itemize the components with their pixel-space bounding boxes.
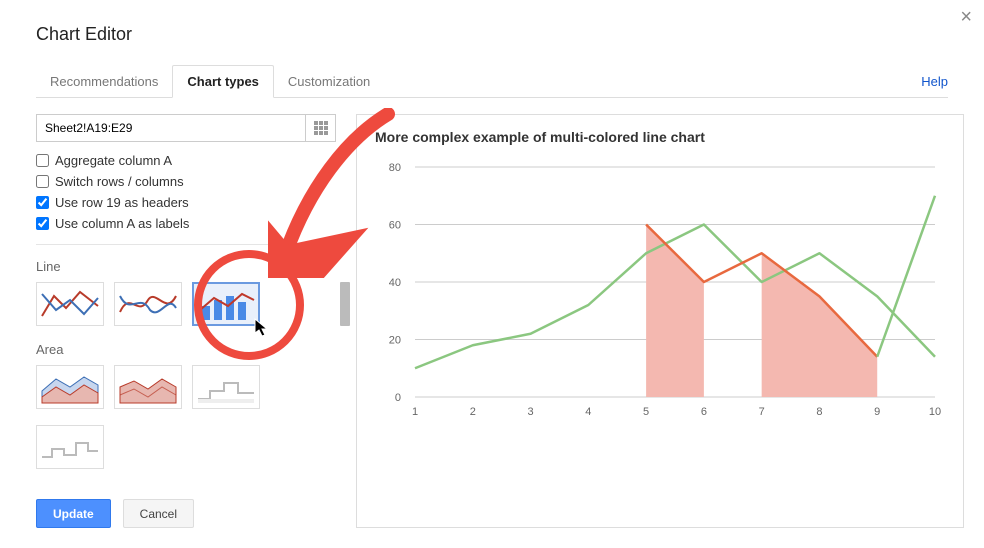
chart-type-area-step2[interactable] bbox=[36, 425, 104, 469]
labels-checkbox-row[interactable]: Use column A as labels bbox=[36, 213, 336, 234]
grid-icon bbox=[314, 121, 328, 135]
dialog-title: Chart Editor bbox=[36, 24, 948, 45]
chart-type-line-basic[interactable] bbox=[36, 282, 104, 326]
headers-checkbox-row[interactable]: Use row 19 as headers bbox=[36, 192, 336, 213]
switch-label: Switch rows / columns bbox=[55, 174, 184, 189]
switch-checkbox[interactable] bbox=[36, 175, 49, 188]
y-tick-label: 0 bbox=[395, 392, 401, 404]
x-tick-label: 2 bbox=[470, 406, 476, 418]
group-label-area: Area bbox=[36, 342, 336, 357]
y-tick-label: 60 bbox=[389, 220, 401, 232]
area-thumbs-row1 bbox=[36, 365, 336, 409]
x-tick-label: 6 bbox=[701, 406, 707, 418]
labels-checkbox[interactable] bbox=[36, 217, 49, 230]
close-icon[interactable]: × bbox=[960, 6, 972, 29]
series-green2 bbox=[877, 196, 935, 357]
x-tick-label: 10 bbox=[929, 406, 941, 418]
area-thumbs-row2 bbox=[36, 425, 336, 469]
chart-type-area-step[interactable] bbox=[192, 365, 260, 409]
left-panel: Aggregate column A Switch rows / columns… bbox=[36, 114, 336, 528]
y-tick-label: 40 bbox=[389, 277, 401, 289]
tab-row: Recommendations Chart types Customizatio… bbox=[36, 65, 948, 98]
tab-recommendations[interactable]: Recommendations bbox=[36, 66, 172, 97]
data-options: Aggregate column A Switch rows / columns… bbox=[36, 150, 336, 234]
data-range-input[interactable] bbox=[37, 115, 305, 141]
x-tick-label: 8 bbox=[816, 406, 822, 418]
chart-title: More complex example of multi-colored li… bbox=[375, 129, 945, 145]
select-range-button[interactable] bbox=[305, 115, 335, 141]
chart-editor-dialog: Chart Editor Recommendations Chart types… bbox=[0, 0, 984, 544]
line-thumbs bbox=[36, 282, 336, 326]
x-tick-label: 3 bbox=[527, 406, 533, 418]
tab-customization[interactable]: Customization bbox=[274, 66, 384, 97]
y-tick-label: 80 bbox=[389, 162, 401, 174]
group-label-line: Line bbox=[36, 259, 336, 274]
shaded-region bbox=[762, 253, 878, 397]
x-tick-label: 5 bbox=[643, 406, 649, 418]
aggregate-label: Aggregate column A bbox=[55, 153, 172, 168]
y-tick-label: 20 bbox=[389, 335, 401, 347]
x-tick-label: 7 bbox=[759, 406, 765, 418]
switch-checkbox-row[interactable]: Switch rows / columns bbox=[36, 171, 336, 192]
help-link[interactable]: Help bbox=[921, 74, 948, 97]
headers-label: Use row 19 as headers bbox=[55, 195, 189, 210]
aggregate-checkbox-row[interactable]: Aggregate column A bbox=[36, 150, 336, 171]
chart-plot-area: 02040608012345678910 bbox=[405, 161, 945, 423]
tab-chart-types[interactable]: Chart types bbox=[172, 65, 274, 98]
chart-type-line-smooth[interactable] bbox=[114, 282, 182, 326]
labels-label: Use column A as labels bbox=[55, 216, 189, 231]
chart-type-area-stacked[interactable] bbox=[114, 365, 182, 409]
data-range-field bbox=[36, 114, 336, 142]
chart-type-combo[interactable] bbox=[192, 282, 260, 326]
cancel-button[interactable]: Cancel bbox=[123, 499, 194, 528]
x-tick-label: 1 bbox=[412, 406, 418, 418]
dialog-footer: Update Cancel bbox=[36, 499, 336, 528]
x-tick-label: 4 bbox=[585, 406, 591, 418]
chart-type-area-basic[interactable] bbox=[36, 365, 104, 409]
shaded-region bbox=[646, 225, 704, 398]
update-button[interactable]: Update bbox=[36, 499, 111, 528]
chart-svg: 02040608012345678910 bbox=[405, 161, 945, 423]
chart-preview-panel: More complex example of multi-colored li… bbox=[356, 114, 964, 528]
aggregate-checkbox[interactable] bbox=[36, 154, 49, 167]
headers-checkbox[interactable] bbox=[36, 196, 49, 209]
x-tick-label: 9 bbox=[874, 406, 880, 418]
thumbs-scrollbar[interactable] bbox=[340, 282, 350, 326]
